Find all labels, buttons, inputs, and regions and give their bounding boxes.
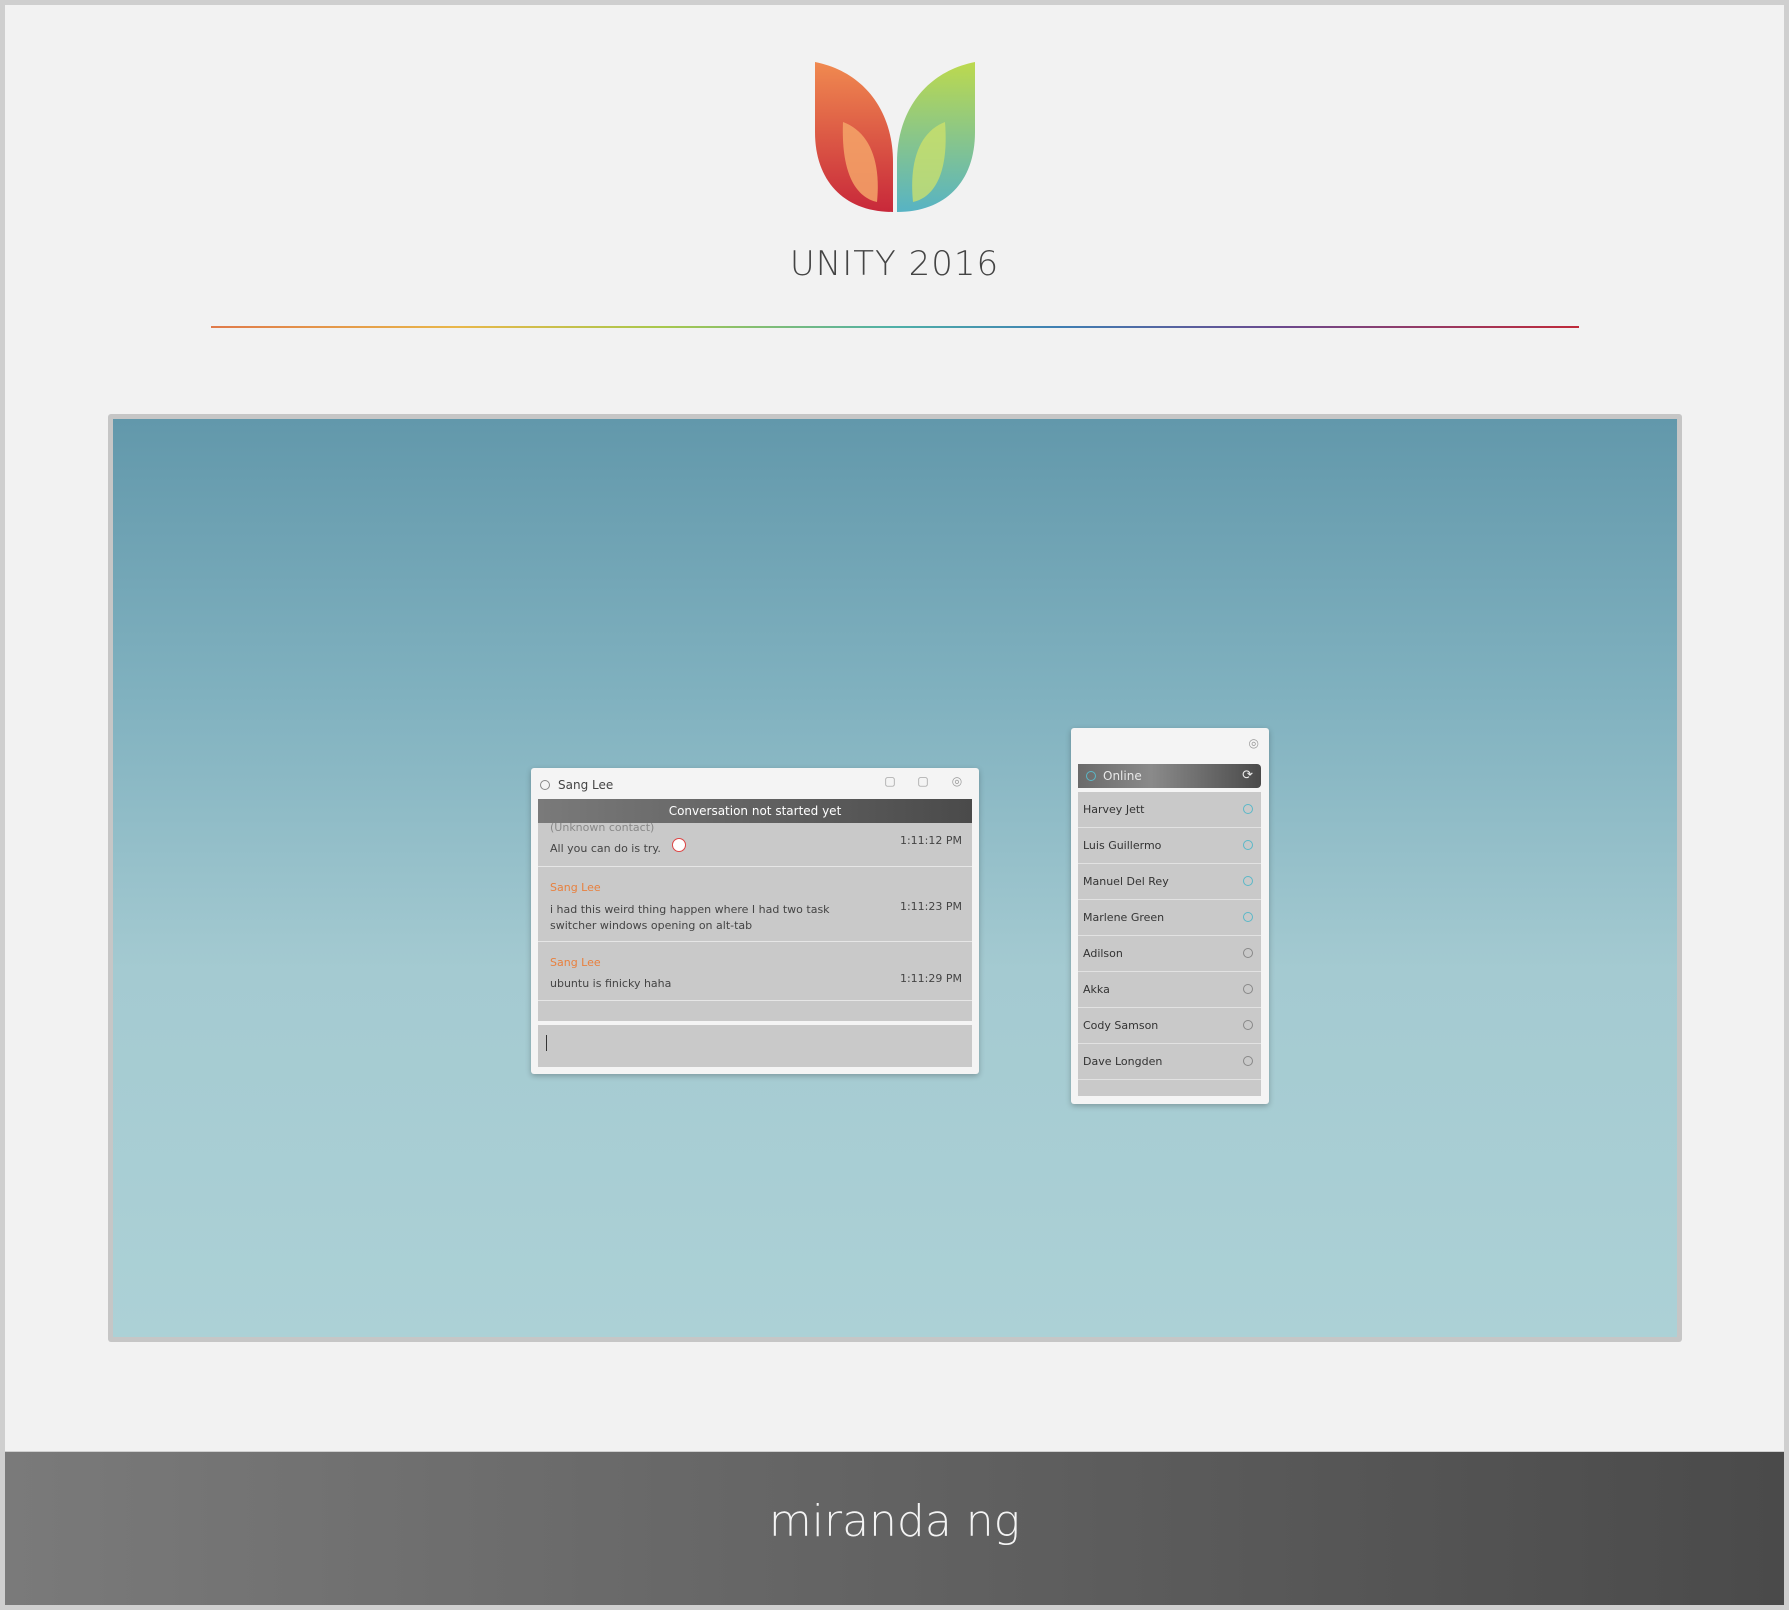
rainbow-divider (211, 326, 1579, 328)
contact-list-window: ◎ Online ⟳ Harvey Jett Luis Guillermo Ma… (1071, 728, 1269, 1104)
footer-banner: miranda ng (5, 1452, 1784, 1605)
online-icon (1243, 840, 1253, 850)
online-icon (1243, 804, 1253, 814)
chat-window: Sang Lee ▢ ▢ ◎ Conversation not started … (531, 768, 979, 1074)
brand-title: UNITY 2016 (789, 244, 1000, 284)
contact-name: Manuel Del Rey (1083, 875, 1169, 888)
contact-name: Marlene Green (1083, 911, 1165, 924)
message-log[interactable]: (Unknown contact) All you can do is try.… (538, 823, 972, 1021)
smiley-icon (672, 838, 687, 852)
message-time: 1:11:12 PM (899, 834, 962, 847)
refresh-icon[interactable]: ⟳ (1242, 768, 1253, 783)
offline-icon (1243, 948, 1253, 958)
message-item: (Unknown contact) All you can do is try.… (538, 823, 972, 867)
contact-item[interactable]: Manuel Del Rey (1078, 864, 1261, 900)
status-ring-icon (540, 780, 550, 790)
offline-icon (1243, 1020, 1253, 1030)
status-label: Online (1103, 769, 1142, 783)
contact-name: Cody Samson (1083, 1019, 1159, 1032)
message-text: All you can do is try. (550, 838, 870, 857)
message-input[interactable] (538, 1025, 972, 1067)
online-icon (1243, 876, 1253, 886)
maximize-icon[interactable]: ▢ (915, 774, 931, 788)
contact-name: Adilson (1083, 947, 1123, 960)
message-sender: Sang Lee (550, 956, 601, 969)
conversation-banner: Conversation not started yet (538, 799, 972, 823)
chat-contact-name: Sang Lee (558, 778, 614, 792)
contact-name: Luis Guillermo (1083, 839, 1162, 852)
message-sender: (Unknown contact) (550, 823, 655, 834)
contact-item[interactable]: Harvey Jett (1078, 792, 1261, 828)
contact-name: Akka (1083, 983, 1110, 996)
chat-title-bar: Sang Lee (540, 776, 613, 794)
message-sender: Sang Lee (550, 881, 601, 894)
offline-icon (1243, 984, 1253, 994)
status-selector[interactable]: Online ⟳ (1078, 764, 1261, 788)
contact-name: Dave Longden (1083, 1055, 1163, 1068)
message-text: ubuntu is finicky haha (550, 977, 672, 990)
settings-icon[interactable]: ◎ (1249, 736, 1259, 750)
close-icon[interactable]: ◎ (949, 774, 965, 788)
message-time: 1:11:23 PM (899, 900, 962, 913)
online-status-icon (1086, 771, 1096, 781)
online-icon (1243, 912, 1253, 922)
message-time: 1:11:29 PM (899, 972, 962, 985)
contact-item[interactable]: Dave Longden (1078, 1044, 1261, 1080)
contact-name: Harvey Jett (1083, 803, 1145, 816)
contact-item[interactable]: Akka (1078, 972, 1261, 1008)
footer-title: miranda ng (768, 1496, 1021, 1547)
message-text: i had this weird thing happen where I ha… (550, 903, 830, 932)
message-item: Sang Lee ubuntu is finicky haha 1:11:29 … (538, 942, 972, 1001)
contact-item[interactable]: Adilson (1078, 936, 1261, 972)
contact-item[interactable]: Marlene Green (1078, 900, 1261, 936)
contact-item[interactable]: Cody Samson (1078, 1008, 1261, 1044)
contact-item[interactable]: Luis Guillermo (1078, 828, 1261, 864)
text-cursor (546, 1035, 547, 1051)
message-item: Sang Lee i had this weird thing happen w… (538, 867, 972, 942)
unity-leaf-logo (815, 62, 975, 212)
minimize-icon[interactable]: ▢ (882, 774, 898, 788)
contact-list: Harvey Jett Luis Guillermo Manuel Del Re… (1078, 792, 1261, 1096)
offline-icon (1243, 1056, 1253, 1066)
